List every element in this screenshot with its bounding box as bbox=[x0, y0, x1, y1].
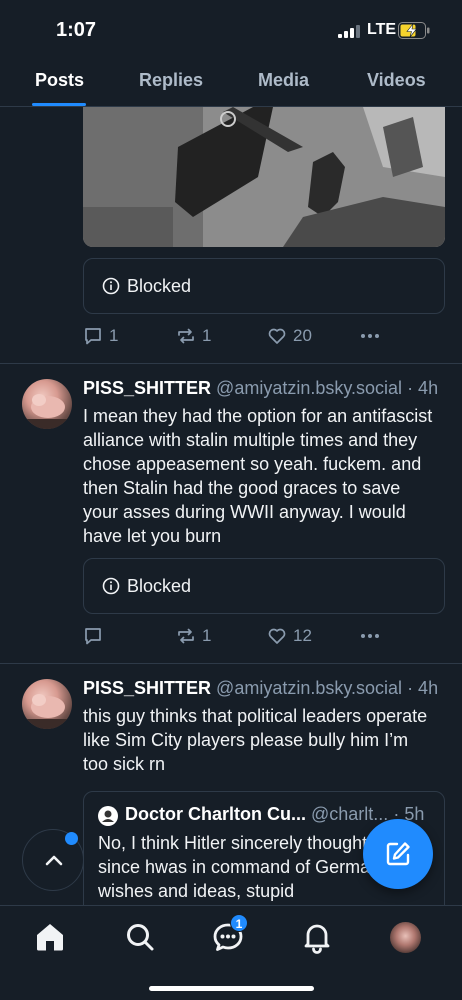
chat-unread-badge: 1 bbox=[230, 914, 248, 932]
home-indicator bbox=[149, 986, 314, 991]
author-name[interactable]: PISS_SHITTER bbox=[83, 378, 211, 398]
home-icon bbox=[37, 924, 63, 951]
profile-tabs: Posts Replies Media Videos bbox=[0, 60, 462, 107]
nav-notifications[interactable] bbox=[300, 920, 334, 954]
nav-profile-avatar[interactable] bbox=[390, 922, 421, 953]
bell-icon bbox=[304, 924, 330, 954]
quoted-author-handle: @charlt... bbox=[311, 804, 389, 824]
ellipsis-icon bbox=[361, 334, 379, 338]
compose-post-button[interactable] bbox=[363, 819, 433, 889]
network-label: LTE bbox=[367, 21, 397, 38]
blocked-embed[interactable]: Blocked bbox=[83, 558, 445, 614]
like-count: 20 bbox=[293, 326, 312, 345]
reply-button[interactable]: 1 bbox=[83, 324, 118, 348]
chevron-up-icon bbox=[45, 855, 63, 866]
compose-icon bbox=[386, 842, 410, 866]
author-avatar[interactable] bbox=[22, 679, 72, 729]
quoted-author-name: Doctor Charlton Cu... bbox=[125, 804, 306, 824]
blocked-label: Blocked bbox=[127, 276, 192, 296]
reply-icon bbox=[85, 328, 101, 345]
tab-videos[interactable]: Videos bbox=[367, 70, 426, 91]
like-button[interactable]: 20 bbox=[267, 324, 312, 348]
status-time: 1:07 bbox=[56, 19, 97, 41]
repost-button[interactable]: 1 bbox=[176, 624, 211, 648]
repost-count: 1 bbox=[202, 326, 212, 345]
author-handle[interactable]: @amiyatzin.bsky.social bbox=[216, 678, 402, 698]
more-options-button[interactable] bbox=[359, 624, 381, 648]
post-actions: 1 12 bbox=[83, 624, 445, 648]
repost-count: 1 bbox=[202, 626, 212, 645]
author-handle[interactable]: @amiyatzin.bsky.social bbox=[216, 378, 402, 398]
repost-icon bbox=[178, 328, 194, 344]
tab-posts[interactable]: Posts bbox=[35, 70, 84, 91]
quoted-author-avatar bbox=[98, 806, 118, 826]
reply-icon bbox=[85, 628, 101, 645]
ellipsis-icon bbox=[361, 634, 379, 638]
active-tab-indicator bbox=[32, 103, 86, 106]
post-image[interactable] bbox=[83, 107, 445, 247]
post-time: · 4h bbox=[407, 378, 439, 398]
signal-icon bbox=[338, 25, 360, 38]
repost-icon bbox=[178, 628, 194, 644]
tab-replies[interactable]: Replies bbox=[139, 70, 203, 91]
status-bar: 1:07 LTE bbox=[0, 0, 462, 60]
blocked-label: Blocked bbox=[127, 576, 192, 596]
heart-icon bbox=[268, 628, 286, 644]
post-text[interactable]: I mean they had the option for an antifa… bbox=[83, 404, 433, 548]
info-icon bbox=[102, 577, 120, 595]
like-count: 12 bbox=[293, 626, 312, 645]
post-header: PISS_SHITTER @amiyatzin.bsky.social · 4h bbox=[83, 678, 438, 699]
heart-icon bbox=[268, 328, 286, 344]
post-header: PISS_SHITTER @amiyatzin.bsky.social · 4h bbox=[83, 378, 438, 399]
post-time: · 4h bbox=[407, 678, 439, 698]
new-posts-indicator bbox=[65, 832, 78, 845]
post-divider bbox=[0, 363, 462, 364]
post-text[interactable]: this guy thinks that political leaders o… bbox=[83, 704, 433, 776]
blocked-embed[interactable]: Blocked bbox=[83, 258, 445, 314]
nav-home[interactable] bbox=[33, 920, 67, 954]
post-actions: 1 1 20 bbox=[83, 324, 445, 348]
tab-media[interactable]: Media bbox=[258, 70, 309, 91]
posts-feed[interactable]: Blocked 1 1 20 PISS_SHITTER @amiyatzin.b… bbox=[0, 107, 462, 905]
info-icon bbox=[102, 277, 120, 295]
nav-search[interactable] bbox=[123, 920, 157, 954]
flag-raising-image bbox=[83, 107, 445, 247]
author-avatar[interactable] bbox=[22, 379, 72, 429]
repost-button[interactable]: 1 bbox=[176, 324, 211, 348]
quoted-header: Doctor Charlton Cu... @charlt... · 5h bbox=[125, 804, 424, 825]
post-divider bbox=[0, 663, 462, 664]
author-name[interactable]: PISS_SHITTER bbox=[83, 678, 211, 698]
reply-count: 1 bbox=[109, 326, 119, 345]
battery-charging-icon bbox=[398, 22, 430, 39]
more-options-button[interactable] bbox=[359, 324, 381, 348]
reply-button[interactable] bbox=[83, 624, 109, 648]
bottom-navigation: 1 bbox=[0, 905, 462, 1000]
search-icon bbox=[127, 924, 154, 951]
like-button[interactable]: 12 bbox=[267, 624, 312, 648]
